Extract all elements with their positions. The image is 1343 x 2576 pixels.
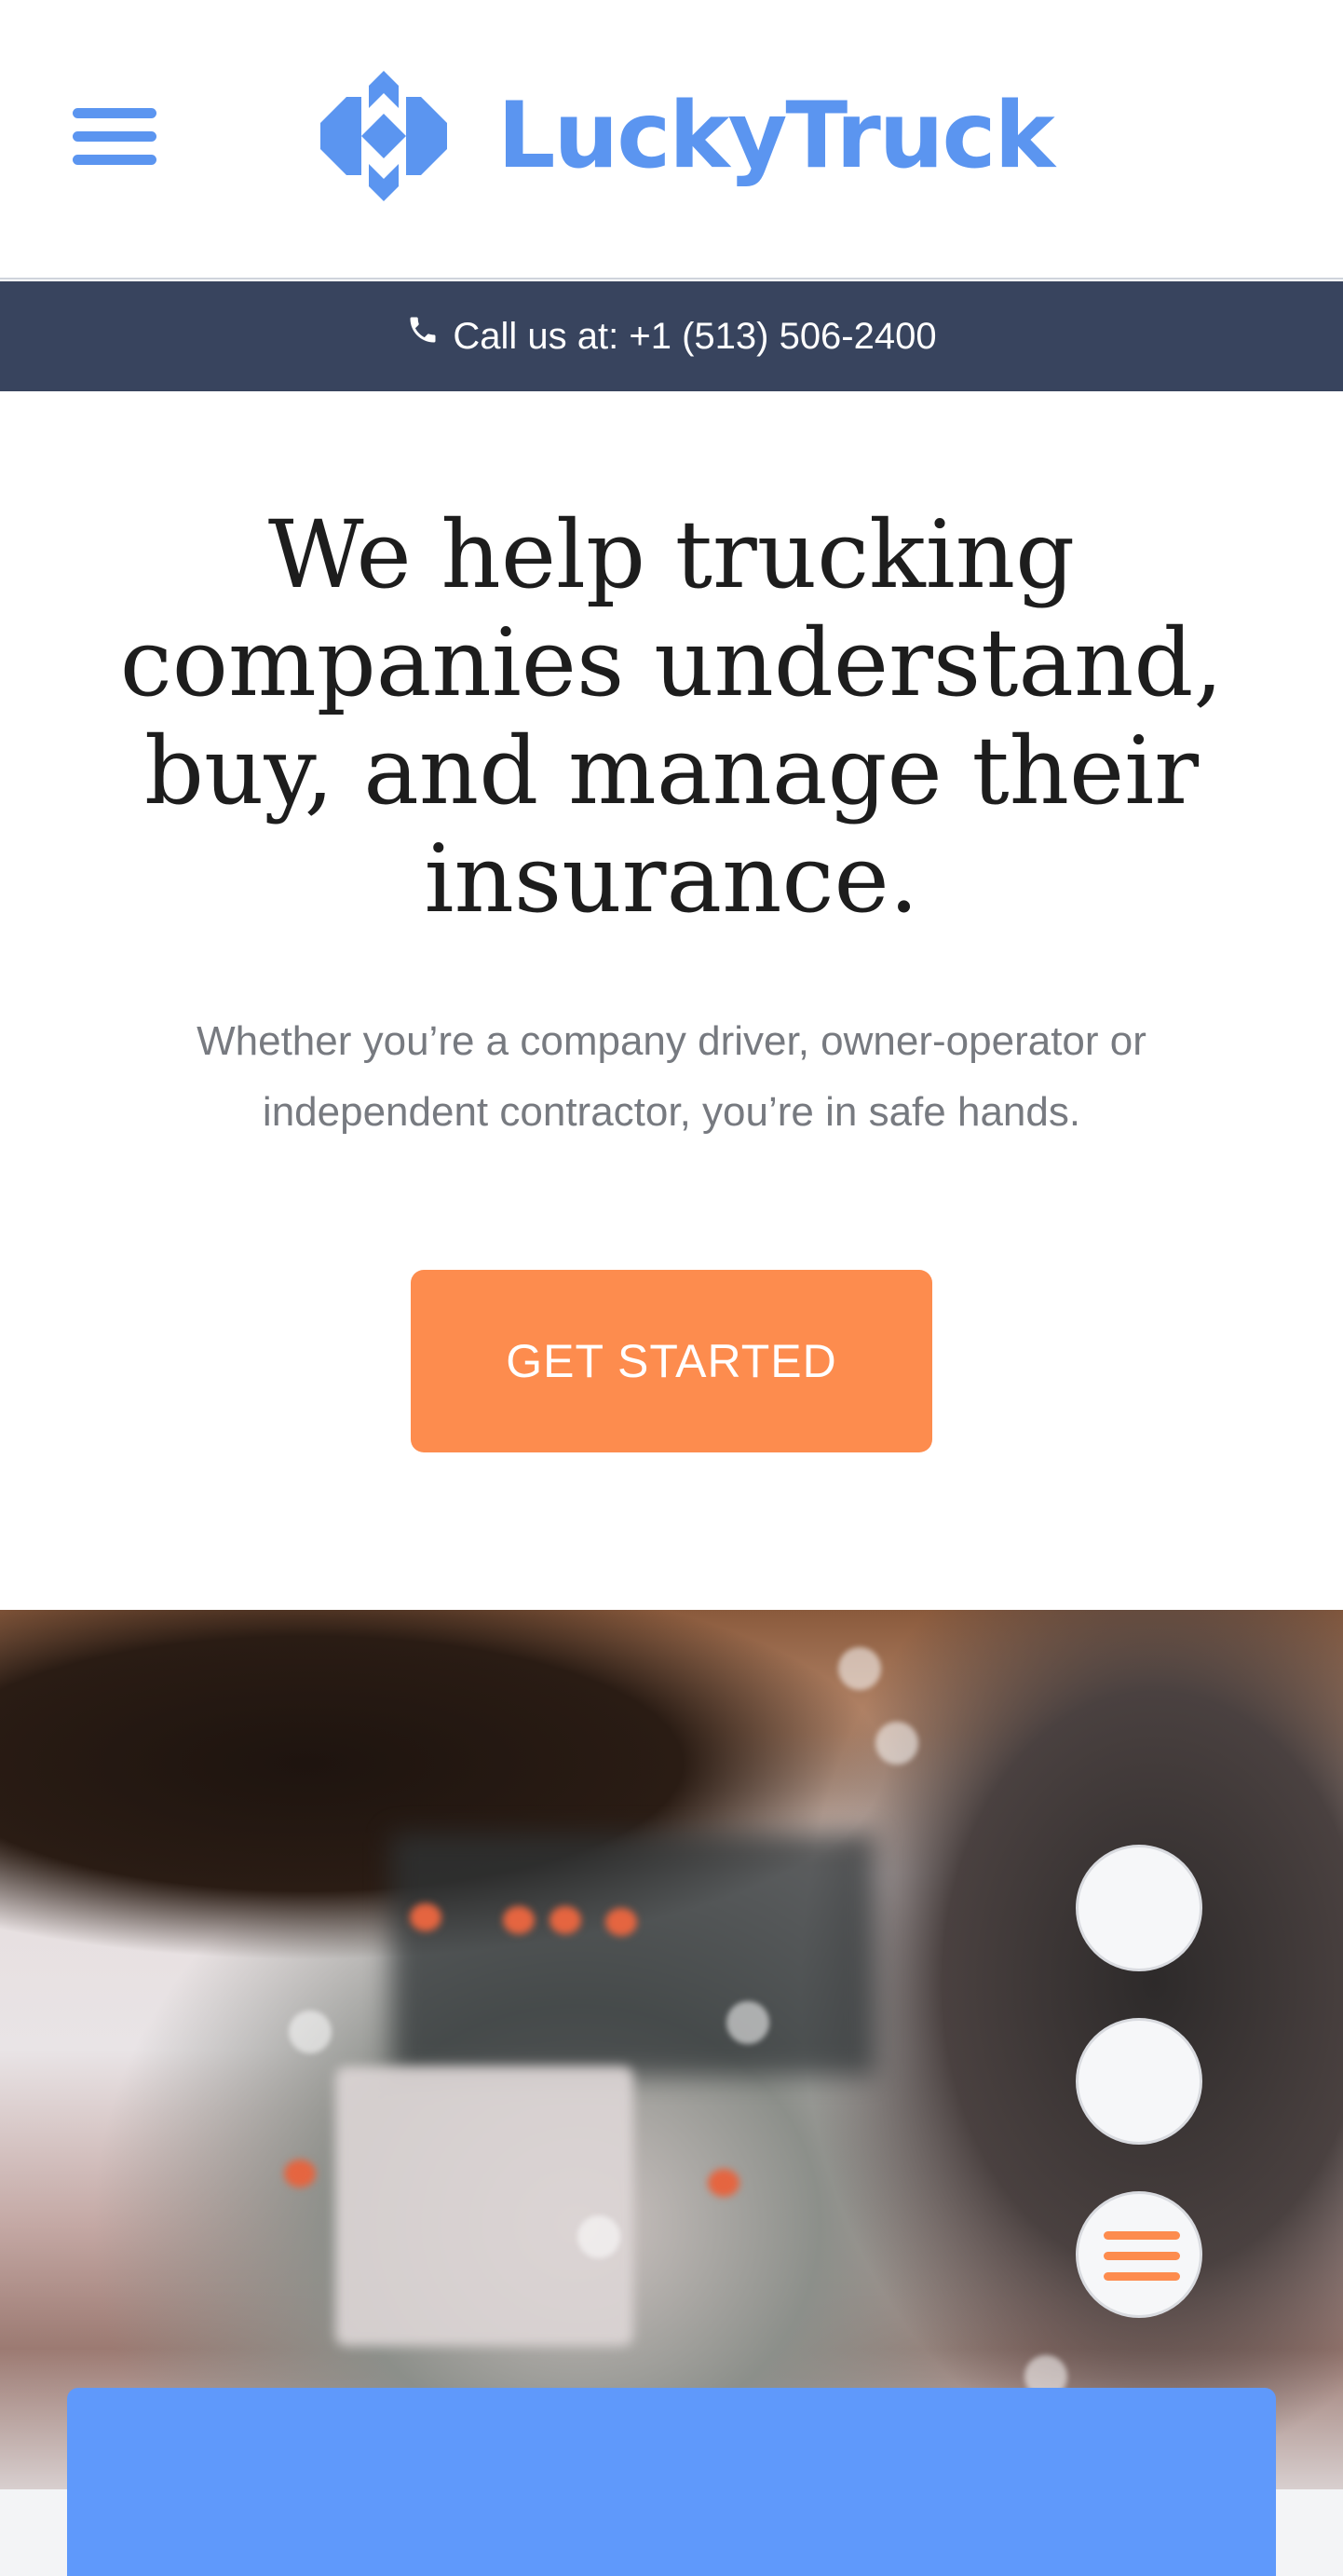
call-bar[interactable]: Call us at: +1 (513) 506-2400	[0, 281, 1343, 391]
floating-action-button-1[interactable]	[1076, 1845, 1202, 1971]
hero-title: We help trucking companies understand, b…	[119, 500, 1224, 934]
logo-text: LuckyTruck	[497, 83, 1055, 189]
call-us-phone-text: Call us at: +1 (513) 506-2400	[453, 315, 937, 357]
blue-content-card	[67, 2388, 1276, 2576]
get-started-button[interactable]: GET STARTED	[411, 1270, 932, 1452]
phone-icon	[410, 317, 436, 343]
hamburger-menu-icon[interactable]	[73, 104, 156, 170]
hero-subtitle: Whether you’re a company driver, owner-o…	[197, 1018, 1146, 1135]
site-header: LuckyTruck	[0, 0, 1343, 279]
logo-link[interactable]: LuckyTruck	[319, 71, 1055, 201]
floating-menu-button[interactable]	[1076, 2191, 1202, 2318]
luckytruck-diamond-logo-icon	[320, 71, 447, 201]
floating-action-button-2[interactable]	[1076, 2018, 1202, 2145]
